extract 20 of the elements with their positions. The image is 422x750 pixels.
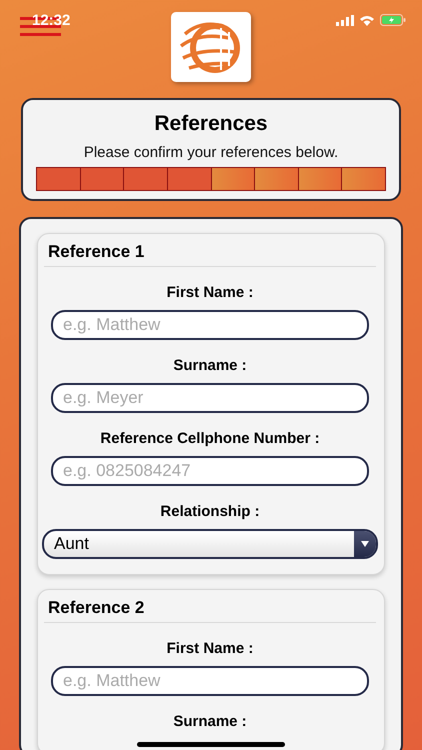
battery-icon (380, 14, 406, 26)
field-label: First Name : (166, 284, 254, 301)
input-field[interactable]: e.g. Meyer (51, 383, 369, 413)
field-label: First Name : (166, 640, 254, 657)
reference-title: Reference 1 (44, 242, 376, 267)
relationship-dropdown[interactable]: Aunt (42, 529, 378, 559)
input-field[interactable]: e.g. Matthew (51, 310, 369, 340)
field-label: Surname : (173, 713, 247, 730)
input-field[interactable]: e.g. Matthew (51, 666, 369, 696)
reference-title: Reference 2 (44, 598, 376, 623)
page-subtitle: Please confirm your references below. (84, 144, 338, 161)
field-label: Reference Cellphone Number : (100, 430, 320, 447)
globe-logo-icon (171, 12, 251, 82)
signal-icon (336, 14, 354, 26)
wifi-icon (359, 14, 375, 26)
caret-icon (361, 541, 369, 547)
page-title: References (154, 112, 268, 136)
input-field[interactable]: e.g. 0825084247 (51, 456, 369, 486)
field-label: Surname : (173, 357, 247, 374)
field-label: Relationship : (160, 503, 260, 520)
